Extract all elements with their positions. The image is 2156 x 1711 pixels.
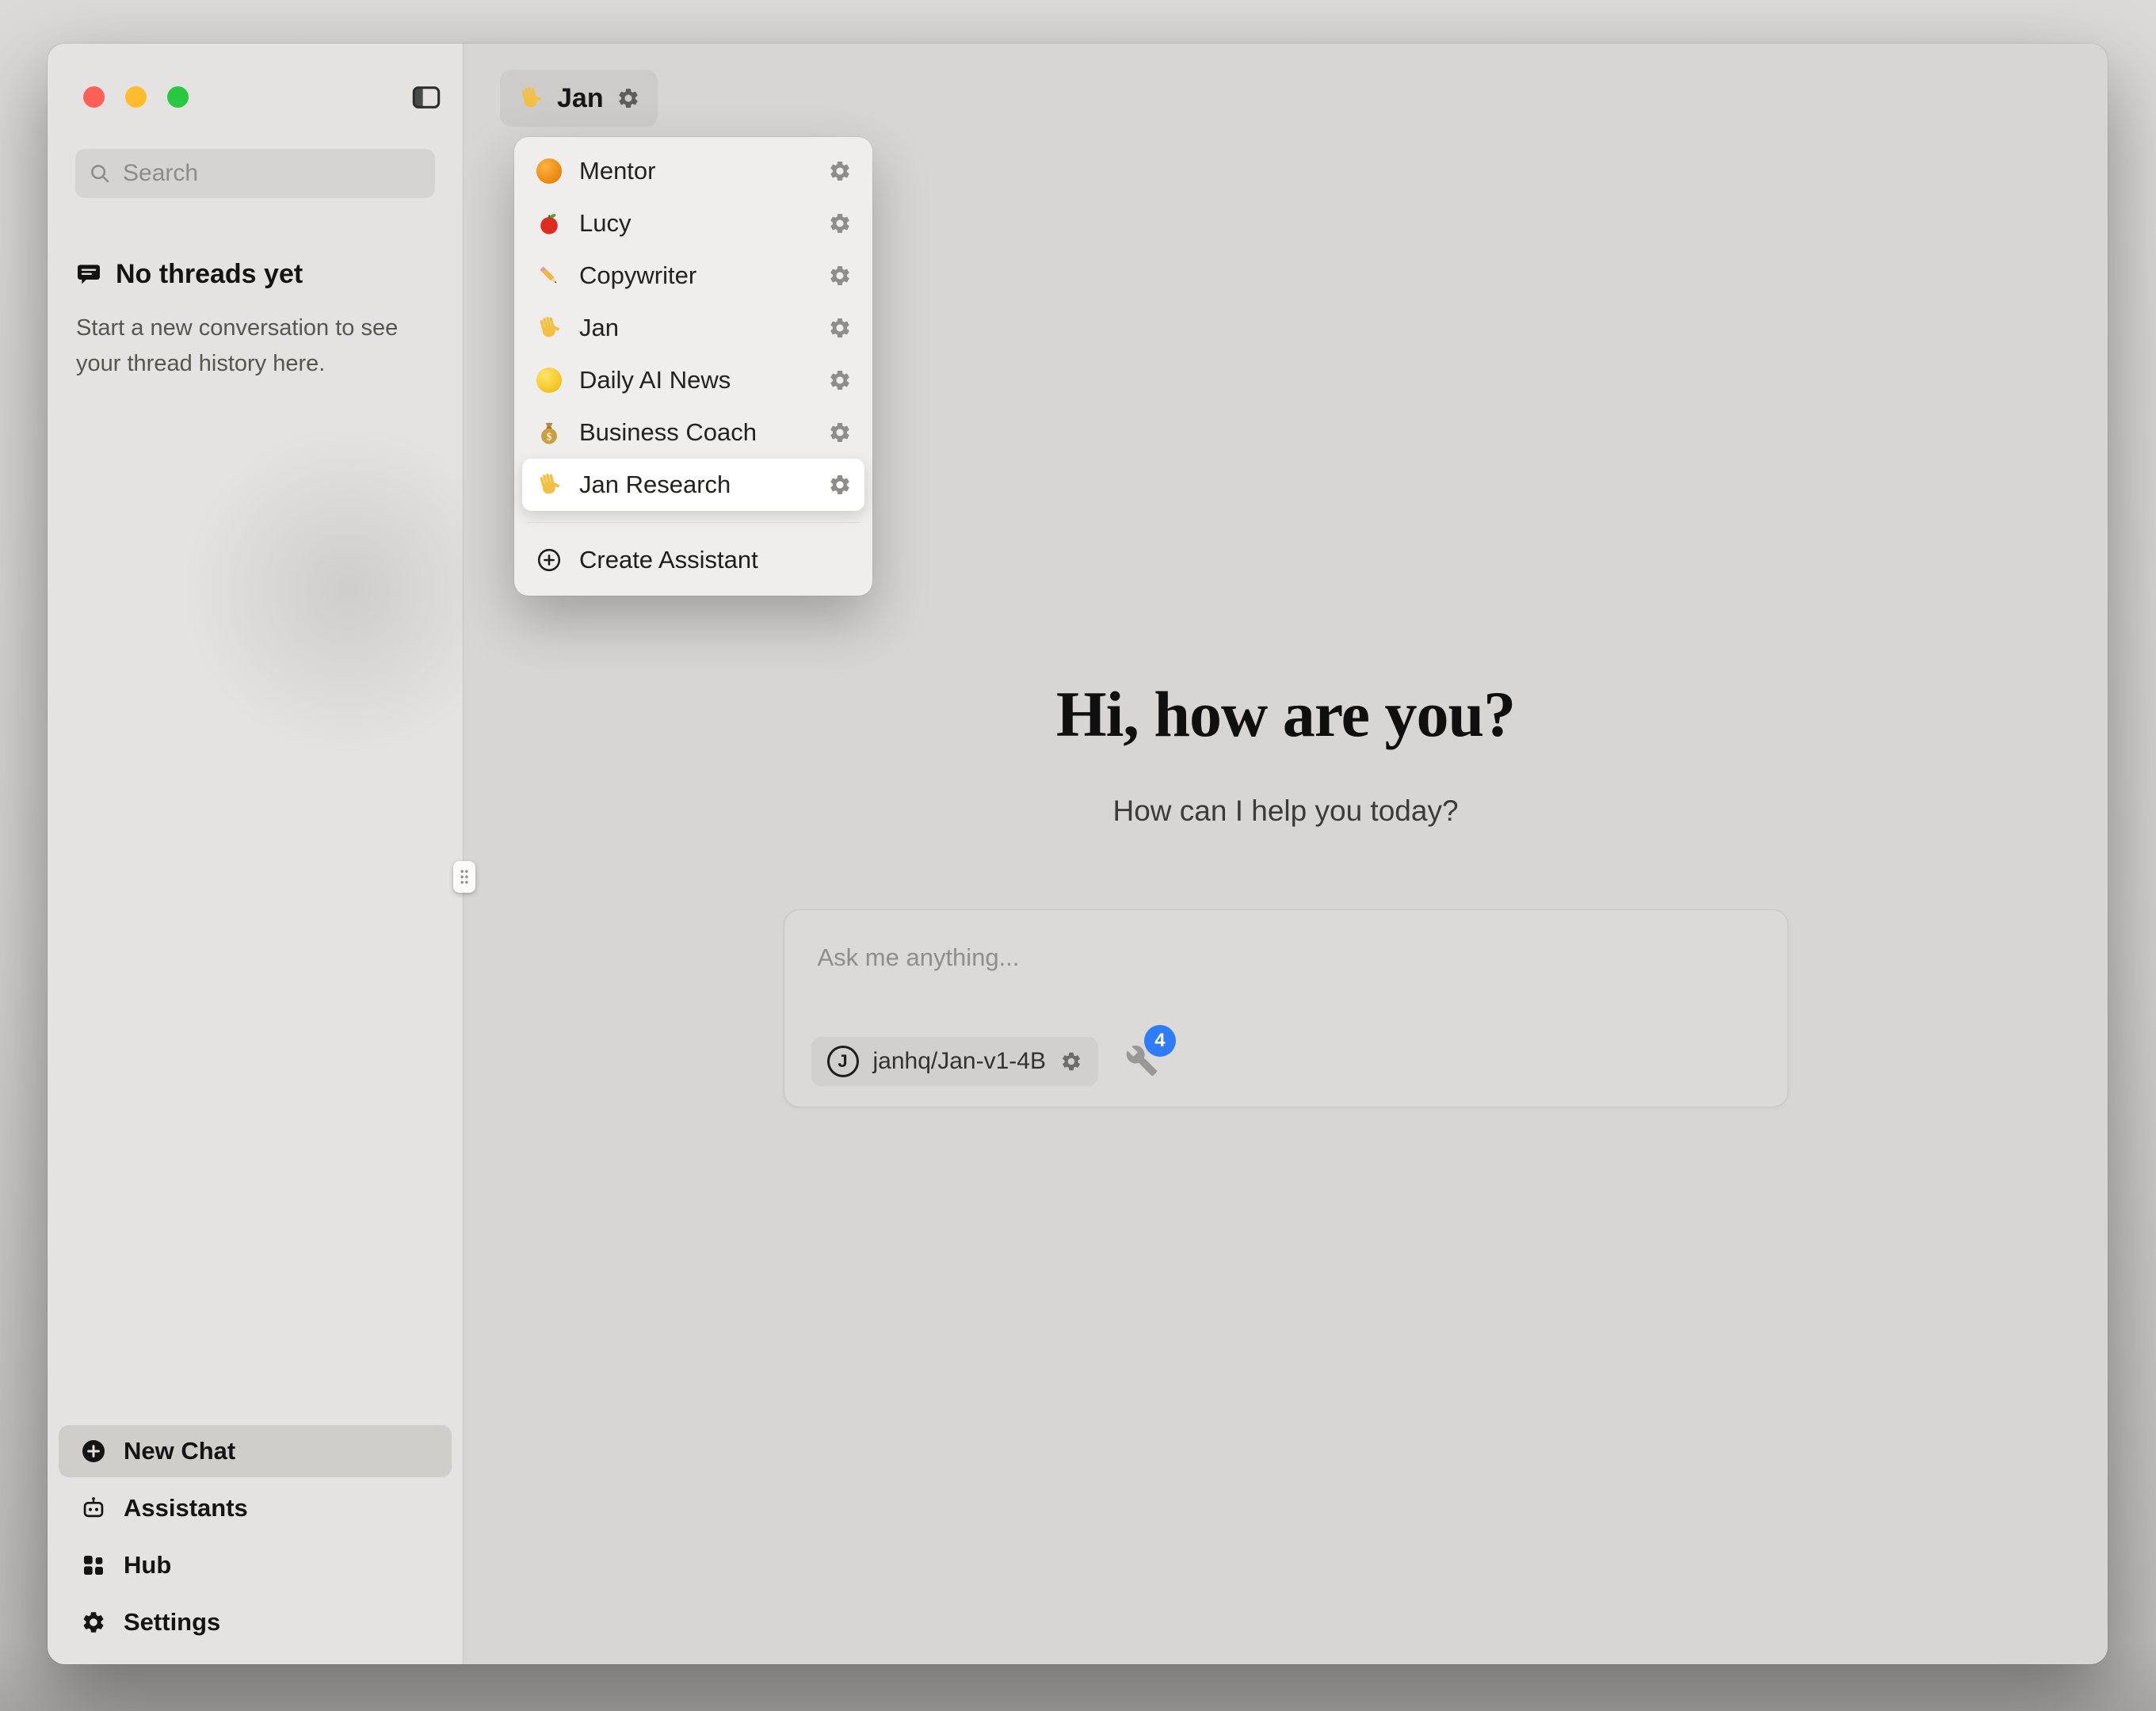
menu-item-copywriter[interactable]: Copywriter <box>522 250 864 302</box>
greeting-subtitle: How can I help you today? <box>464 795 2108 828</box>
sidebar-item-settings[interactable]: Settings <box>59 1596 452 1648</box>
nav-label: Assistants <box>124 1494 248 1522</box>
wave-icon <box>517 85 544 112</box>
menu-item-label: Copywriter <box>579 261 696 290</box>
gear-icon[interactable] <box>828 368 852 392</box>
current-assistant-name: Jan <box>557 83 604 114</box>
wave-icon <box>535 471 563 498</box>
tools-button[interactable]: 4 <box>1125 1044 1160 1079</box>
nav-label: New Chat <box>124 1437 235 1465</box>
gear-icon[interactable] <box>828 473 852 497</box>
sidebar-toggle-icon[interactable] <box>410 82 442 113</box>
gear-icon[interactable] <box>828 211 852 235</box>
window-controls <box>83 86 189 108</box>
message-composer[interactable]: J janhq/Jan-v1-4B 4 <box>784 909 1788 1107</box>
assistant-dropdown-menu: Mentor Lucy Copywriter Jan Daily AI News <box>514 137 872 596</box>
menu-item-jan[interactable]: Jan <box>522 302 864 354</box>
empty-state-description: Start a new conversation to see your thr… <box>76 311 441 382</box>
menu-item-business-coach[interactable]: Business Coach <box>522 406 864 459</box>
gear-icon <box>81 1610 106 1635</box>
orange-circle-icon <box>535 158 563 184</box>
sidebar-item-assistants[interactable]: Assistants <box>59 1482 452 1534</box>
menu-item-label: Jan <box>579 314 619 342</box>
message-input[interactable] <box>818 943 1689 972</box>
gear-icon[interactable] <box>828 159 852 183</box>
empty-state-title: No threads yet <box>116 259 303 290</box>
assistant-settings-gear-icon[interactable] <box>616 86 640 110</box>
assistants-icon <box>81 1496 106 1521</box>
minimize-button[interactable] <box>125 86 147 108</box>
sidebar-item-new-chat[interactable]: New Chat <box>59 1425 452 1477</box>
menu-item-label: Daily AI News <box>579 366 731 394</box>
menu-item-daily-ai-news[interactable]: Daily AI News <box>522 354 864 406</box>
menu-item-mentor[interactable]: Mentor <box>522 145 864 197</box>
hub-grid-icon <box>81 1553 106 1578</box>
wave-icon <box>535 314 563 341</box>
search-bar[interactable] <box>75 149 435 198</box>
yellow-circle-icon <box>535 368 563 393</box>
main-area: Jan Mentor Lucy Copywriter <box>464 44 2108 1664</box>
apple-icon <box>535 210 563 237</box>
menu-item-lucy[interactable]: Lucy <box>522 197 864 250</box>
tools-count-badge: 4 <box>1144 1025 1176 1057</box>
search-icon <box>88 162 112 185</box>
zoom-button[interactable] <box>167 86 189 108</box>
create-assistant-label: Create Assistant <box>579 546 758 574</box>
plus-circle-outline-icon <box>535 547 563 573</box>
gear-icon[interactable] <box>828 316 852 340</box>
sidebar-resize-handle[interactable] <box>453 861 475 893</box>
assistant-selector-button[interactable]: Jan <box>500 70 658 127</box>
nav-label: Settings <box>124 1608 220 1637</box>
menu-divider <box>527 522 860 523</box>
menu-item-label: Business Coach <box>579 418 757 447</box>
menu-item-label: Mentor <box>579 157 655 185</box>
gear-icon[interactable] <box>828 421 852 444</box>
model-settings-gear-icon[interactable] <box>1060 1050 1082 1073</box>
money-bag-icon <box>535 419 563 446</box>
nav-label: Hub <box>124 1551 171 1580</box>
sidebar-item-hub[interactable]: Hub <box>59 1539 452 1591</box>
model-selector-button[interactable]: J janhq/Jan-v1-4B <box>811 1037 1098 1086</box>
model-avatar: J <box>827 1046 859 1077</box>
menu-item-label: Jan Research <box>579 471 731 499</box>
sidebar: No threads yet Start a new conversation … <box>48 44 464 1664</box>
greeting-heading: Hi, how are you? <box>464 677 2108 752</box>
sidebar-bottom-nav: New Chat Assistants Hub Settings <box>59 1425 452 1648</box>
chat-bubble-icon <box>76 262 101 288</box>
plus-circle-icon <box>81 1439 106 1464</box>
search-input[interactable] <box>123 160 429 187</box>
gear-icon[interactable] <box>828 264 852 288</box>
threads-empty-state: No threads yet Start a new conversation … <box>76 259 441 382</box>
model-name: janhq/Jan-v1-4B <box>873 1048 1046 1075</box>
menu-item-label: Lucy <box>579 209 631 238</box>
menu-item-jan-research[interactable]: Jan Research <box>522 459 864 511</box>
app-window: No threads yet Start a new conversation … <box>48 44 2108 1664</box>
close-button[interactable] <box>83 86 105 108</box>
menu-item-create-assistant[interactable]: Create Assistant <box>522 534 864 586</box>
pencil-icon <box>535 262 563 289</box>
